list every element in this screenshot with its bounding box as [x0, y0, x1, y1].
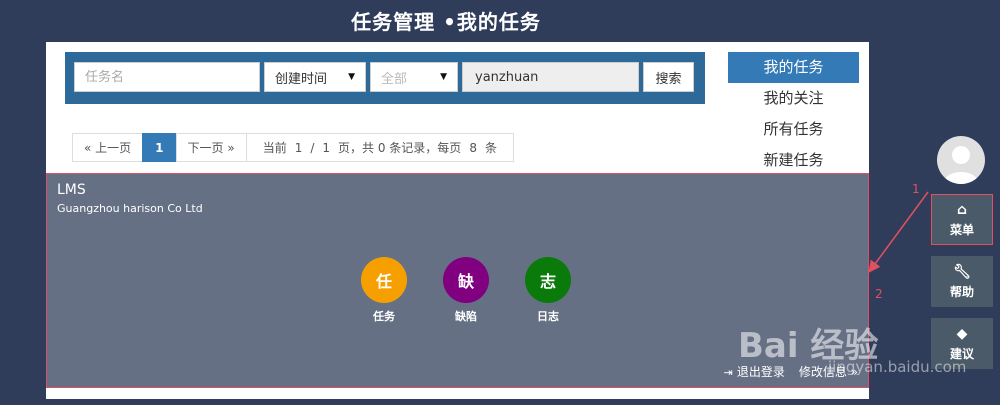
wrench-icon: 🔧︎ — [953, 263, 971, 280]
menu-button[interactable]: ⌂ 菜单 — [929, 192, 995, 247]
user-field[interactable]: yanzhuan — [462, 62, 639, 92]
sort-select-value: 创建时间 — [275, 71, 328, 87]
avatar[interactable] — [937, 136, 985, 184]
sort-select[interactable]: 创建时间 ▼ — [264, 62, 366, 92]
brand-name: LMS — [57, 182, 86, 198]
page-1-button[interactable]: 1 — [142, 133, 177, 162]
app-logs-icon[interactable]: 志 — [525, 257, 571, 303]
page-title: 任务管理 •我的任务 — [351, 10, 541, 34]
help-button[interactable]: 🔧︎ 帮助 — [931, 256, 993, 307]
next-page-button[interactable]: 下一页 » — [175, 133, 247, 162]
user-icon — [943, 146, 979, 184]
app-tasks-icon[interactable]: 任 — [361, 257, 407, 303]
app-defects-icon[interactable]: 缺 — [443, 257, 489, 303]
search-bar: 创建时间 ▼ 全部 ▼ yanzhuan 搜索 — [65, 52, 705, 104]
side-nav-new-task[interactable]: 新建任务 — [728, 145, 859, 176]
caret-down-icon: ▼ — [440, 72, 447, 82]
app-logs-label: 日志 — [537, 310, 559, 323]
app-defects-label: 缺陷 — [455, 310, 477, 323]
brand-subtitle: Guangzhou harison Co Ltd — [57, 202, 203, 215]
annotation-arrow — [868, 191, 929, 273]
pagination: « 上一页 1 下一页 » 当前 1 / 1 页，共 0 条记录，每页 8 条 — [72, 133, 514, 162]
side-nav-following[interactable]: 我的关注 — [728, 83, 859, 114]
search-button[interactable]: 搜索 — [643, 62, 694, 92]
page-info: 当前 1 / 1 页，共 0 条记录，每页 8 条 — [245, 133, 514, 162]
watermark-url: jingyan.baidu.com — [828, 358, 967, 376]
status-select-value: 全部 — [381, 71, 408, 87]
annotation-2: 2 — [875, 287, 883, 301]
home-icon: ⌂ — [956, 201, 968, 218]
side-nav-all-tasks[interactable]: 所有任务 — [728, 114, 859, 145]
side-nav-my-tasks[interactable]: 我的任务 — [728, 52, 859, 83]
status-select[interactable]: 全部 ▼ — [370, 62, 458, 92]
side-nav: 我的任务 我的关注 所有任务 新建任务 — [728, 52, 859, 176]
prev-page-button[interactable]: « 上一页 — [72, 133, 144, 162]
task-name-input[interactable] — [74, 62, 260, 92]
logout-icon: ⇥ — [723, 366, 733, 379]
caret-down-icon: ▼ — [348, 72, 355, 82]
app-tasks-label: 任务 — [373, 310, 395, 323]
tag-icon: ◆ — [956, 325, 968, 342]
annotation-1: 1 — [912, 182, 920, 196]
